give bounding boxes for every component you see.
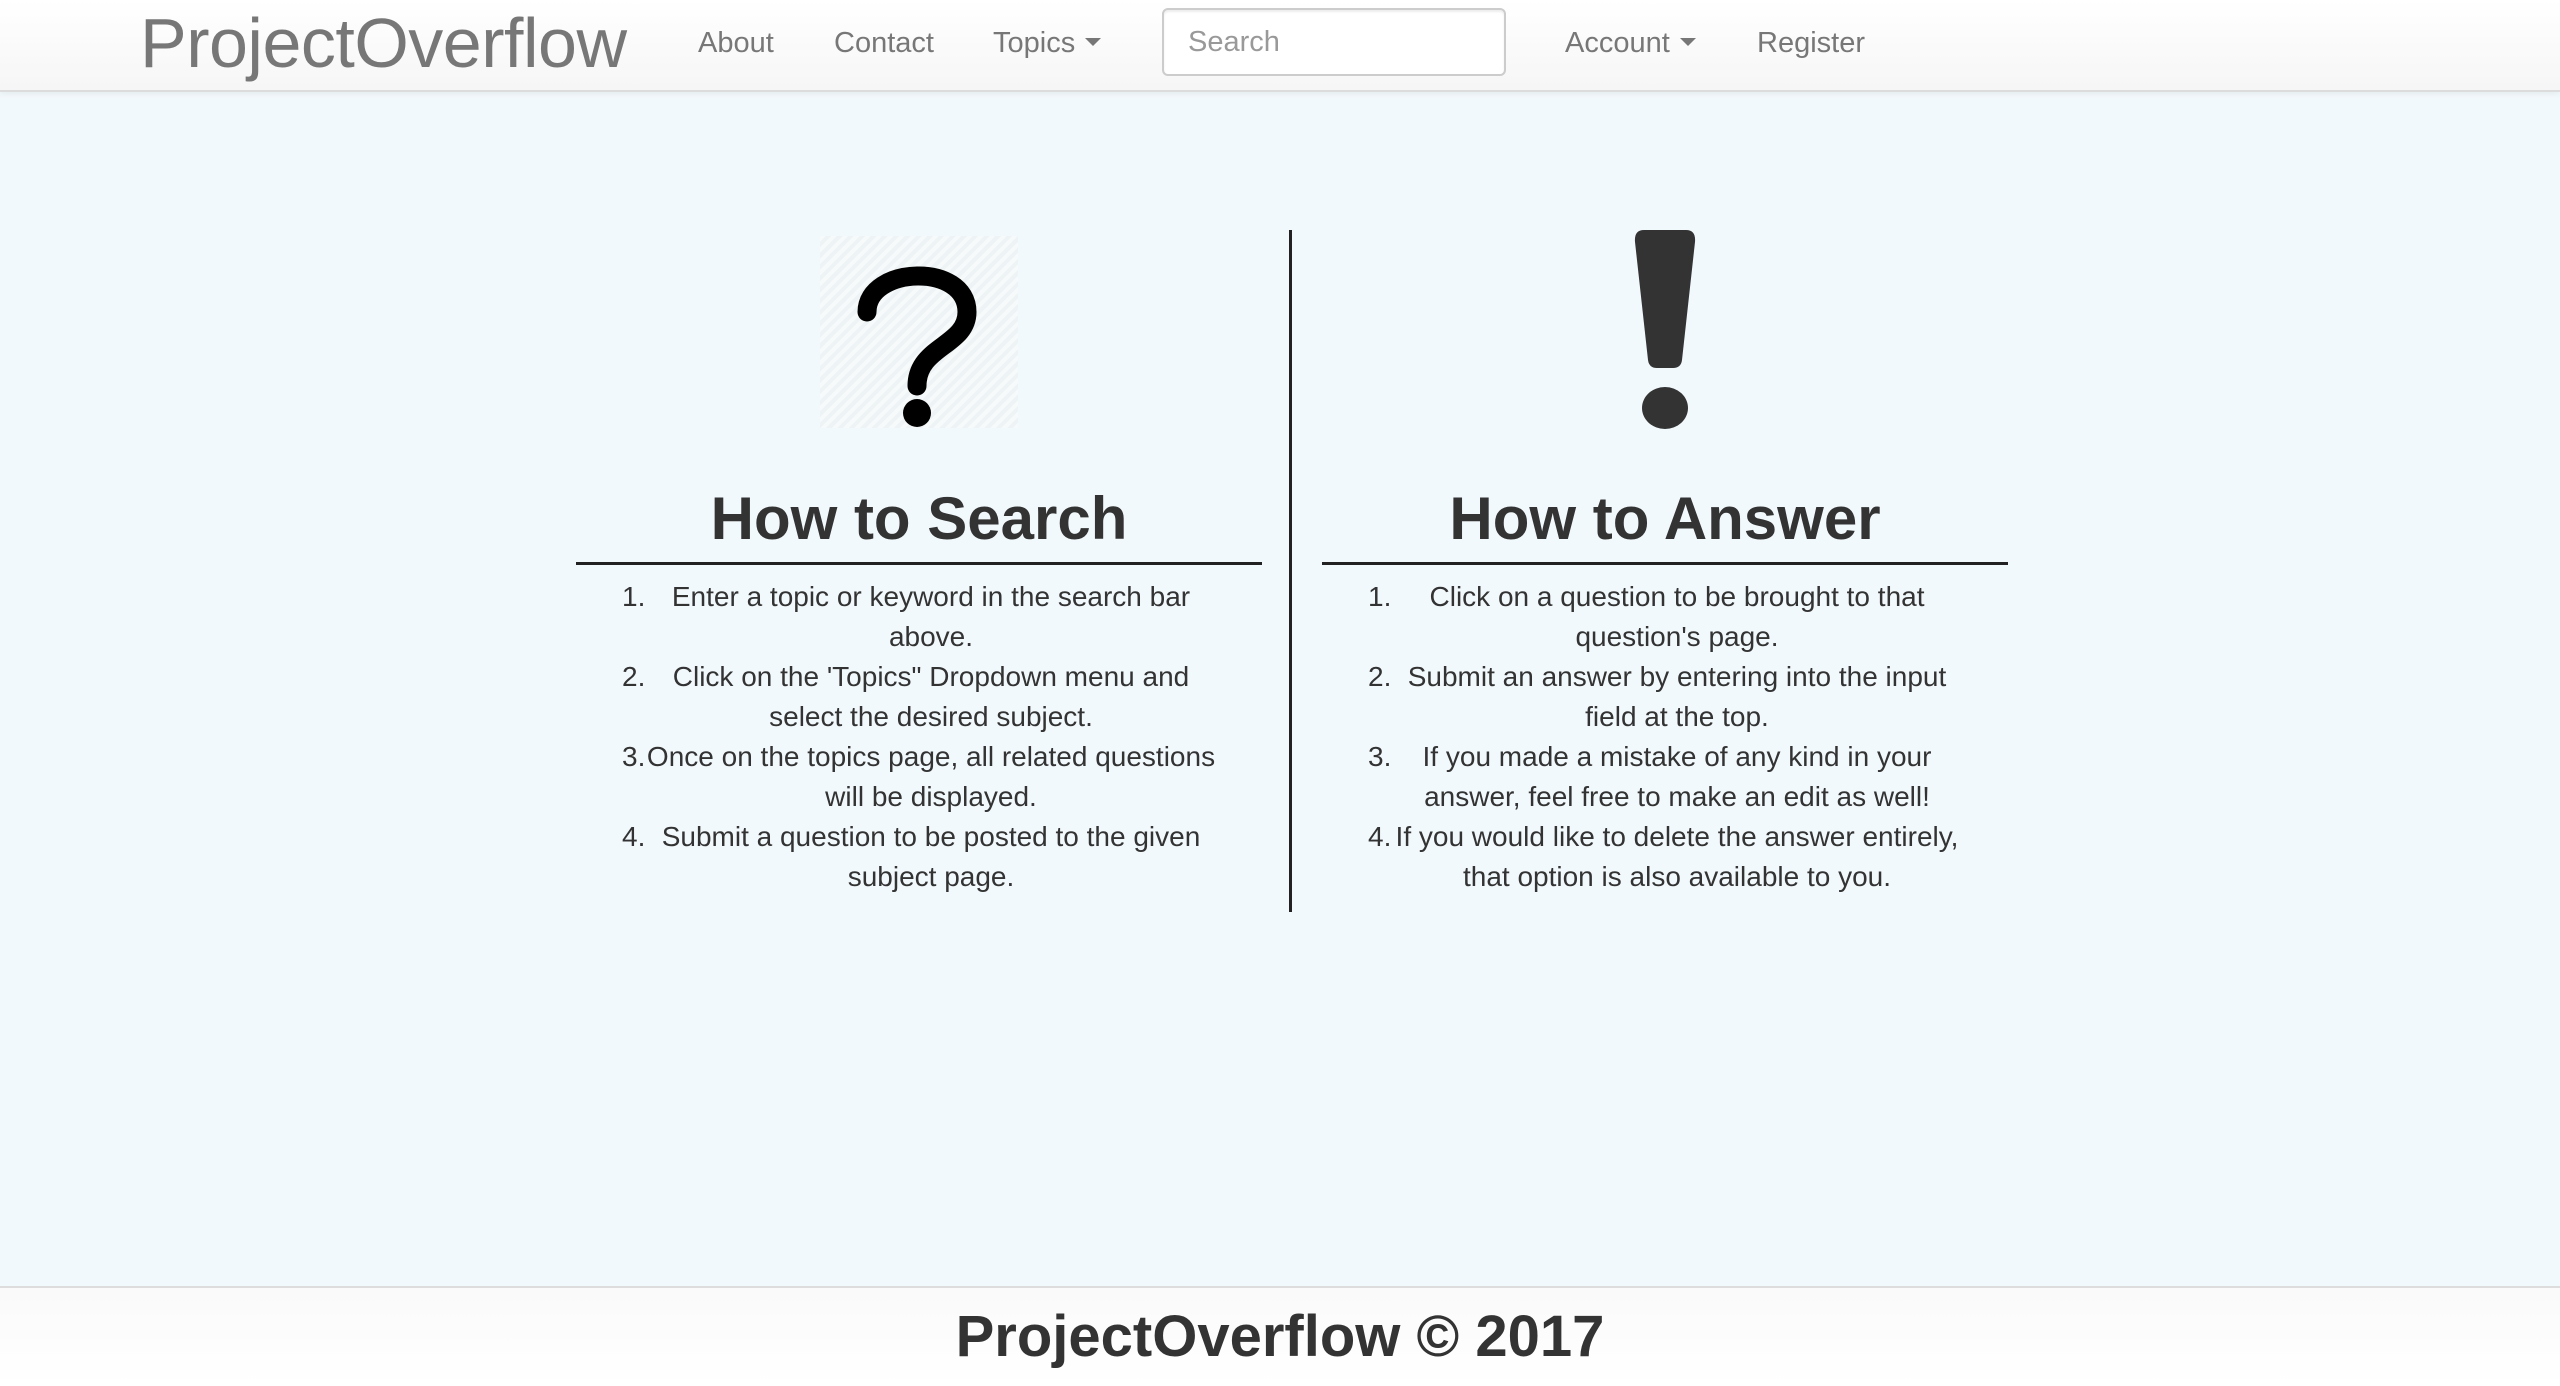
footer-copyright: ProjectOverflow © 2017 — [955, 1304, 1605, 1369]
question-mark-icon — [820, 236, 1018, 428]
nav-link-register[interactable]: Register — [1757, 0, 1865, 86]
column-divider — [1289, 230, 1292, 912]
exclamation-mark-icon — [1610, 230, 1720, 430]
nav-dropdown-topics-label: Topics — [993, 27, 1076, 59]
list-item: 1. Click on a question to be brought to t… — [1322, 577, 2008, 657]
caret-down-icon — [1085, 38, 1102, 47]
step-text: Submit a question to be posted to the gi… — [661, 821, 1201, 892]
step-text: Enter a topic or keyword in the search b… — [671, 581, 1191, 652]
step-number: 2. — [622, 661, 646, 692]
step-number: 4. — [622, 821, 646, 852]
list-item: 3. Once on the topics page, all related q… — [576, 737, 1262, 817]
step-text: Click on a question to be brought to tha… — [1429, 581, 1925, 652]
how-to-search-title: How to Search — [576, 476, 1262, 565]
step-text: Click on the 'Topics" Dropdown menu and … — [672, 661, 1190, 732]
nav-dropdown-topics[interactable]: Topics — [993, 0, 1102, 86]
nav-link-about[interactable]: About — [698, 0, 774, 86]
caret-down-icon — [1679, 38, 1696, 47]
list-item: 4. If you would like to delete the answer… — [1322, 817, 2008, 897]
brand-logo-link[interactable]: ProjectOverflow — [140, 0, 627, 86]
step-number: 3. — [622, 741, 646, 772]
nav-dropdown-account[interactable]: Account — [1565, 0, 1696, 86]
list-item: 4. Submit a question to be posted to the … — [576, 817, 1262, 897]
top-navbar: ProjectOverflow About Contact Topics Acc… — [0, 0, 2560, 92]
how-to-answer-steps: 1. Click on a question to be brought to t… — [1322, 577, 2008, 897]
step-text: Submit an answer by entering into the in… — [1407, 661, 1947, 732]
step-text: Once on the topics page, all related que… — [646, 741, 1216, 812]
page-footer: ProjectOverflow © 2017 — [0, 1286, 2560, 1386]
step-number: 4. — [1368, 821, 1392, 852]
nav-link-contact[interactable]: Contact — [834, 0, 934, 86]
list-item: 1. Enter a topic or keyword in the search… — [576, 577, 1262, 657]
how-to-search-section: How to Search 1. Enter a topic or keyword… — [576, 230, 1262, 897]
list-item: 2. Submit an answer by entering into the … — [1322, 657, 2008, 737]
step-number: 1. — [622, 581, 646, 612]
list-item: 3. If you made a mistake of any kind in y… — [1322, 737, 2008, 817]
step-text: If you would like to delete the answer e… — [1395, 821, 1959, 892]
how-to-answer-section: How to Answer 1. Click on a question to b… — [1322, 230, 2008, 897]
step-number: 1. — [1368, 581, 1392, 612]
how-to-search-steps: 1. Enter a topic or keyword in the search… — [576, 577, 1262, 897]
how-to-answer-title: How to Answer — [1322, 476, 2008, 565]
step-number: 2. — [1368, 661, 1392, 692]
list-item: 2. Click on the 'Topics" Dropdown menu an… — [576, 657, 1262, 737]
step-text: If you made a mistake of any kind in you… — [1422, 741, 1932, 812]
nav-dropdown-account-label: Account — [1565, 27, 1670, 59]
step-number: 3. — [1368, 741, 1392, 772]
search-input[interactable] — [1162, 8, 1506, 76]
